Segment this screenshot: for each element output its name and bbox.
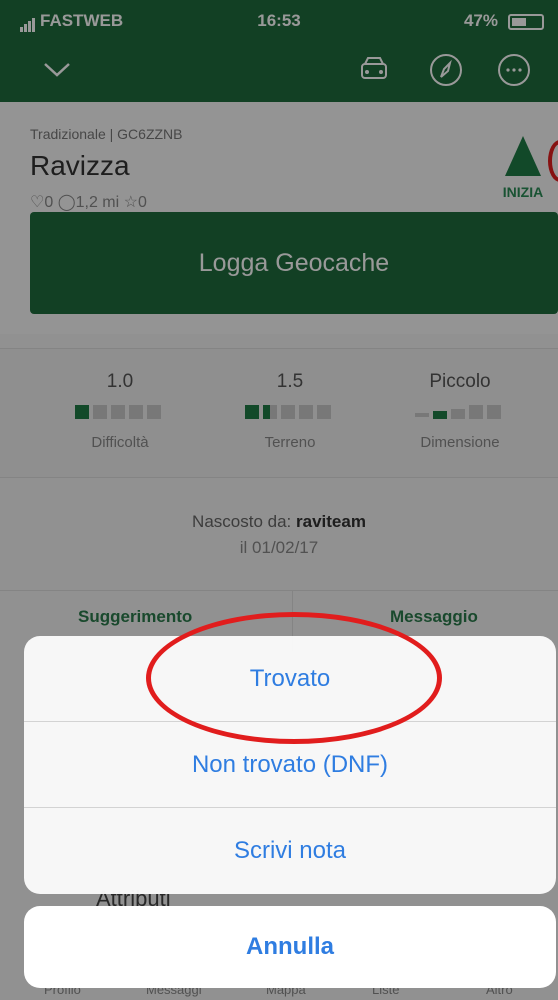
write-note-button[interactable]: Scrivi nota [24,808,556,894]
annotation-ellipse [146,612,442,744]
cancel-button[interactable]: Annulla [24,906,556,988]
